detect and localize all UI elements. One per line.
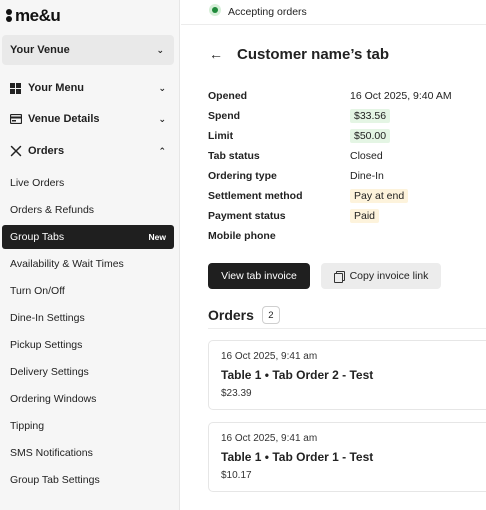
sidebar-item-label: Tipping <box>10 420 45 432</box>
sidebar-item-group-tabs[interactable]: Group Tabs New <box>2 225 174 249</box>
nav-group-venue-details[interactable]: Venue Details ⌄ <box>0 108 180 130</box>
nav-group-label: Your Menu <box>28 82 85 94</box>
sidebar-item-label: Group Tabs <box>10 231 65 243</box>
sidebar-item-ordering-windows[interactable]: Ordering Windows <box>2 387 174 411</box>
sidebar-item-label: SMS Notifications <box>10 447 93 459</box>
detail-row-tab-status: Tab status Closed <box>208 147 478 165</box>
venue-select[interactable]: Your Venue ⌄ <box>2 35 174 65</box>
detail-row-spend: Spend $33.56 <box>208 107 478 125</box>
nav-group-your-menu[interactable]: Your Menu ⌄ <box>0 77 180 99</box>
detail-label: Settlement method <box>208 190 303 202</box>
cutlery-icon <box>9 145 22 158</box>
venue-select-label: Your Venue <box>10 44 70 56</box>
sidebar-item-tipping[interactable]: Tipping <box>2 414 174 438</box>
orders-title: Orders <box>208 307 254 323</box>
detail-label: Mobile phone <box>208 230 276 242</box>
nav-group-label: Venue Details <box>28 113 100 125</box>
detail-label: Limit <box>208 130 234 142</box>
detail-label: Ordering type <box>208 170 277 182</box>
card-icon <box>9 113 22 126</box>
sidebar: me&u Your Venue ⌄ Your Menu ⌄ Venue Deta… <box>0 0 180 510</box>
divider <box>208 328 486 329</box>
new-badge: New <box>148 232 166 242</box>
sidebar-item-orders-refunds[interactable]: Orders & Refunds <box>2 198 174 222</box>
orders-count-badge: 2 <box>261 306 280 324</box>
view-tab-invoice-button[interactable]: View tab invoice <box>208 263 310 289</box>
brand-logo[interactable]: me&u <box>6 6 61 26</box>
status-bar: Accepting orders <box>181 0 486 25</box>
detail-label: Spend <box>208 110 241 122</box>
sidebar-item-label: Pickup Settings <box>10 339 83 351</box>
sidebar-item-label: Live Orders <box>10 177 65 189</box>
sidebar-item-group-tab-settings[interactable]: Group Tab Settings <box>2 468 174 492</box>
detail-value: 16 Oct 2025, 9:40 AM <box>350 90 452 102</box>
order-name: Table 1 • Tab Order 2 - Test <box>221 368 374 382</box>
order-card[interactable]: 16 Oct 2025, 9:41 am Table 1 • Tab Order… <box>208 422 486 492</box>
sidebar-item-turn-on-off[interactable]: Turn On/Off <box>2 279 174 303</box>
chevron-down-icon: ⌄ <box>156 44 164 55</box>
status-text: Accepting orders <box>228 6 307 18</box>
grid-icon <box>9 82 22 95</box>
order-name: Table 1 • Tab Order 1 - Test <box>221 450 374 464</box>
detail-row-payment-status: Payment status Paid <box>208 207 478 225</box>
detail-label: Opened <box>208 90 248 102</box>
detail-value <box>350 235 354 237</box>
sidebar-item-label: Dine-In Settings <box>10 312 85 324</box>
detail-value: $33.56 <box>350 109 391 123</box>
logo-mark-icon <box>6 9 13 23</box>
order-amount: $23.39 <box>221 388 252 399</box>
order-card[interactable]: 16 Oct 2025, 9:41 am Table 1 • Tab Order… <box>208 340 486 410</box>
detail-value: $50.00 <box>350 129 391 143</box>
detail-row-opened: Opened 16 Oct 2025, 9:40 AM <box>208 87 478 105</box>
order-amount: $10.17 <box>221 470 252 481</box>
orders-header: Orders 2 <box>208 306 280 324</box>
chevron-down-icon: ⌄ <box>158 113 166 124</box>
sidebar-item-label: Group Tab Settings <box>10 474 100 486</box>
detail-row-settlement-method: Settlement method Pay at end <box>208 187 478 205</box>
sidebar-item-label: Delivery Settings <box>10 366 89 378</box>
copy-invoice-link-label: Copy invoice link <box>349 270 429 282</box>
copy-icon <box>333 271 345 283</box>
sidebar-item-label: Availability & Wait Times <box>10 258 124 270</box>
detail-value: Pay at end <box>350 189 409 203</box>
detail-row-mobile-phone: Mobile phone <box>208 227 478 245</box>
logo-text: me&u <box>15 6 61 25</box>
sidebar-item-pickup-settings[interactable]: Pickup Settings <box>2 333 174 357</box>
sidebar-item-live-orders[interactable]: Live Orders <box>2 171 174 195</box>
status-dot-icon <box>209 4 221 16</box>
chevron-down-icon: ⌄ <box>158 82 166 93</box>
sidebar-item-availability[interactable]: Availability & Wait Times <box>2 252 174 276</box>
back-arrow-icon[interactable]: ← <box>209 46 223 62</box>
sidebar-item-dine-in-settings[interactable]: Dine-In Settings <box>2 306 174 330</box>
copy-invoice-link-button[interactable]: Copy invoice link <box>321 263 441 289</box>
detail-value: Dine-In <box>350 170 384 182</box>
chevron-up-icon: ⌃ <box>158 145 166 156</box>
detail-label: Payment status <box>208 210 286 222</box>
detail-value: Closed <box>350 150 383 162</box>
sidebar-item-label: Turn On/Off <box>10 285 65 297</box>
detail-value: Paid <box>350 209 380 223</box>
nav-group-orders[interactable]: Orders ⌃ <box>0 140 180 162</box>
sidebar-item-delivery-settings[interactable]: Delivery Settings <box>2 360 174 384</box>
sidebar-item-label: Orders & Refunds <box>10 204 95 216</box>
sidebar-item-sms-notifications[interactable]: SMS Notifications <box>2 441 174 465</box>
sidebar-item-label: Ordering Windows <box>10 393 97 405</box>
nav-group-label: Orders <box>28 145 65 157</box>
page-title: Customer name’s tab <box>237 46 389 63</box>
main-content: Accepting orders ← Customer name’s tab O… <box>181 0 486 510</box>
order-time: 16 Oct 2025, 9:41 am <box>221 433 318 444</box>
detail-label: Tab status <box>208 150 260 162</box>
detail-row-limit: Limit $50.00 <box>208 127 478 145</box>
detail-row-ordering-type: Ordering type Dine-In <box>208 167 478 185</box>
order-time: 16 Oct 2025, 9:41 am <box>221 351 318 362</box>
